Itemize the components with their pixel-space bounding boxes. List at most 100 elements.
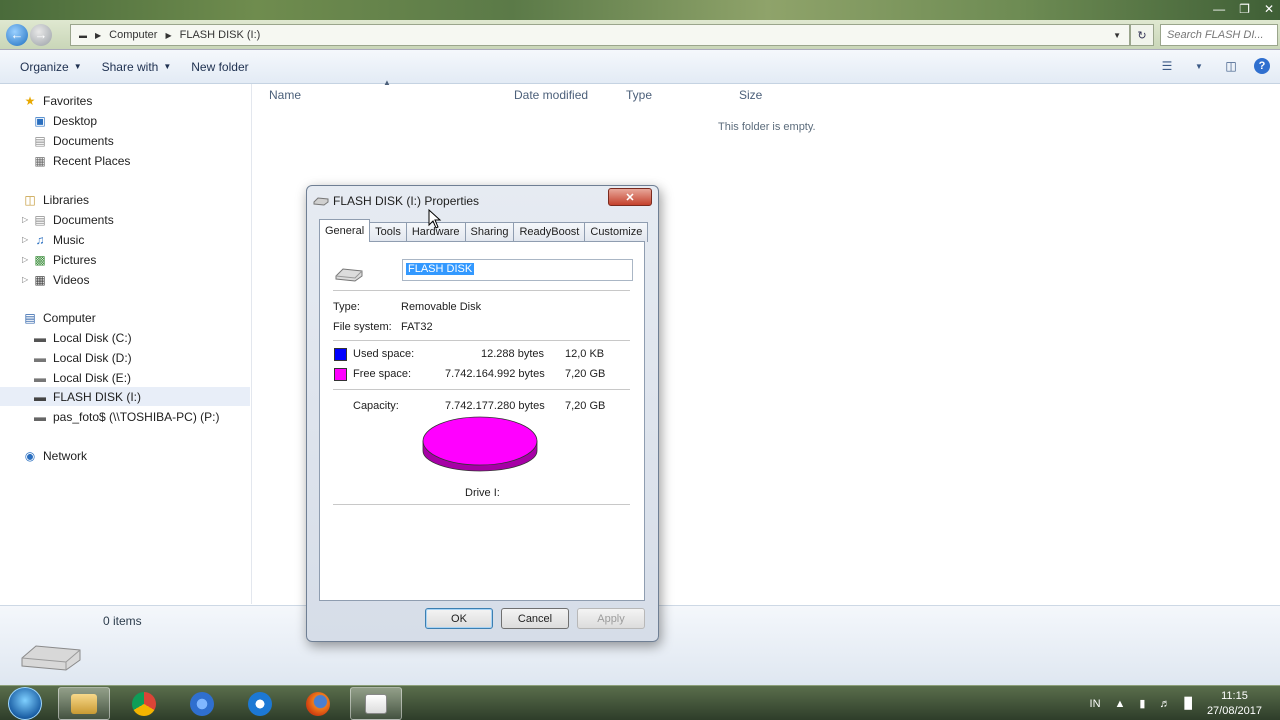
desktop-icon: ▣ [34,113,46,128]
column-date-modified[interactable]: Date modified [514,88,588,102]
nav-label: Documents [53,133,114,148]
nav-label: Desktop [53,113,98,128]
tab-sharing[interactable]: Sharing [464,222,515,242]
minimize-icon[interactable]: — [1213,2,1225,16]
nav-disk-e[interactable]: ▬ Local Disk (E:) [32,368,282,387]
expand-icon[interactable]: ▷ [22,275,30,284]
used-space-swatch [334,348,347,361]
nav-disk-c[interactable]: ▬ Local Disk (C:) [32,328,282,347]
taskbar-explorer[interactable] [58,687,110,720]
search-input[interactable]: Search FLASH DI... [1160,24,1278,46]
chevron-down-icon: ▼ [163,62,172,71]
free-space-label: Free space: [353,368,412,380]
taskbar: IN ▲ ▮ ♬ ▉ 11:15 27/08/2017 [0,685,1280,720]
sort-up-icon: ▲ [383,78,391,87]
cancel-button[interactable]: Cancel [501,608,569,629]
chevron-down-icon: ▼ [73,62,82,71]
safely-remove-hardware-icon[interactable]: ▮ [1139,697,1145,710]
nav-favorites[interactable]: ★ Favorites [22,91,272,110]
dialog-close-button[interactable]: ✕ [608,188,652,206]
close-icon[interactable]: ✕ [1264,2,1274,16]
used-space-size: 12,0 KB [565,348,605,360]
dialog-tabs: General Tools Hardware Sharing ReadyBoos… [319,219,649,242]
computer-icon: ▤ [24,310,36,325]
language-indicator[interactable]: IN [1090,698,1101,710]
new-folder-button[interactable]: New folder [191,60,248,74]
taskbar-firefox[interactable] [292,687,344,720]
ok-button[interactable]: OK [425,608,493,629]
nav-libraries[interactable]: ◫ Libraries [22,190,272,209]
show-hidden-icons-icon[interactable]: ▲ [1115,698,1126,710]
teamviewer-icon [248,691,272,716]
view-options-icon[interactable]: ☰ [1158,58,1176,74]
breadcrumb-drive[interactable]: FLASH DISK (I:) [180,29,261,41]
taskbar-chrome[interactable] [118,687,170,720]
nav-label: Documents [53,212,114,227]
organize-button[interactable]: Organize ▼ [20,60,82,74]
address-field[interactable]: ▬ ▶ Computer ▶ FLASH DISK (I:) ▼ [70,24,1130,46]
expand-icon[interactable]: ▷ [22,235,30,244]
tab-general[interactable]: General [319,219,371,242]
nav-disk-i[interactable]: ▬ FLASH DISK (I:) [0,387,250,406]
tab-customize[interactable]: Customize [584,222,649,242]
nav-desktop[interactable]: ▣ Desktop [32,111,282,130]
empty-folder-message: This folder is empty. [718,121,816,133]
nav-label: Videos [53,272,90,287]
file-system-value: FAT32 [401,321,433,333]
column-type[interactable]: Type [626,88,652,102]
taskbar-chromium[interactable] [176,687,228,720]
drive-letter-label: Drive I: [465,487,500,499]
preview-pane-icon[interactable]: ◫ [1222,58,1240,74]
share-with-button[interactable]: Share with ▼ [102,60,172,74]
nav-lib-documents[interactable]: ▷ ▤ Documents [22,210,272,229]
divider [333,290,630,291]
nav-videos[interactable]: ▷ ▦ Videos [22,270,272,289]
tab-tools[interactable]: Tools [369,222,407,242]
expand-icon[interactable]: ▷ [22,255,30,264]
recent-places-icon: ▦ [34,153,46,168]
nav-music[interactable]: ▷ ♫ Music [22,230,272,249]
chevron-down-icon[interactable]: ▼ [1113,31,1121,40]
used-space-bytes: 12.288 bytes [481,348,544,360]
breadcrumb-computer[interactable]: Computer [109,29,157,41]
taskbar-teamviewer[interactable] [234,687,286,720]
nav-label: Computer [43,310,96,325]
network-icon: ◉ [24,448,36,463]
pictures-icon: ▩ [34,252,46,267]
clock[interactable]: 11:15 27/08/2017 [1207,689,1262,719]
divider [333,504,630,505]
star-icon: ★ [24,93,36,108]
nav-disk-d[interactable]: ▬ Local Disk (D:) [32,348,282,367]
refresh-button[interactable]: ↻ [1130,24,1154,46]
chevron-right-icon: ▶ [165,30,172,40]
chevron-down-icon[interactable]: ▼ [1190,58,1208,74]
capacity-label: Capacity: [353,400,399,412]
apply-button[interactable]: Apply [577,608,645,629]
expand-icon[interactable]: ▷ [22,215,30,224]
volume-name-input[interactable]: FLASH DISK [402,259,633,281]
nav-network[interactable]: ◉ Network [22,446,272,465]
column-size[interactable]: Size [739,88,762,102]
nav-documents[interactable]: ▤ Documents [32,131,282,150]
properties-dialog: FLASH DISK (I:) Properties ✕ General Too… [306,185,659,642]
maximize-icon[interactable]: ❐ [1239,2,1250,16]
signal-bars-icon[interactable]: ▉ [1184,697,1192,710]
nav-label: pas_foto$ (\\TOSHIBA-PC) (P:) [53,409,220,424]
forward-button[interactable]: → [30,23,52,46]
column-name[interactable]: Name [269,88,301,102]
start-button[interactable] [8,687,42,720]
free-space-size: 7,20 GB [565,368,606,380]
speaker-icon[interactable]: ♬ [1159,698,1170,710]
nav-label: Favorites [43,93,93,108]
nav-computer[interactable]: ▤ Computer [22,308,272,327]
nav-network-drive[interactable]: ▬ pas_foto$ (\\TOSHIBA-PC) (P:) [32,407,282,426]
nav-recent-places[interactable]: ▦ Recent Places [32,151,282,170]
nav-label: Pictures [53,252,97,267]
nav-pictures[interactable]: ▷ ▩ Pictures [22,250,272,269]
back-button[interactable]: ← [6,23,28,46]
taskbar-properties[interactable] [350,687,402,720]
free-space-swatch [334,368,347,381]
help-icon[interactable]: ? [1254,58,1270,74]
tab-readyboost[interactable]: ReadyBoost [513,222,586,242]
used-space-label: Used space: [353,348,415,360]
